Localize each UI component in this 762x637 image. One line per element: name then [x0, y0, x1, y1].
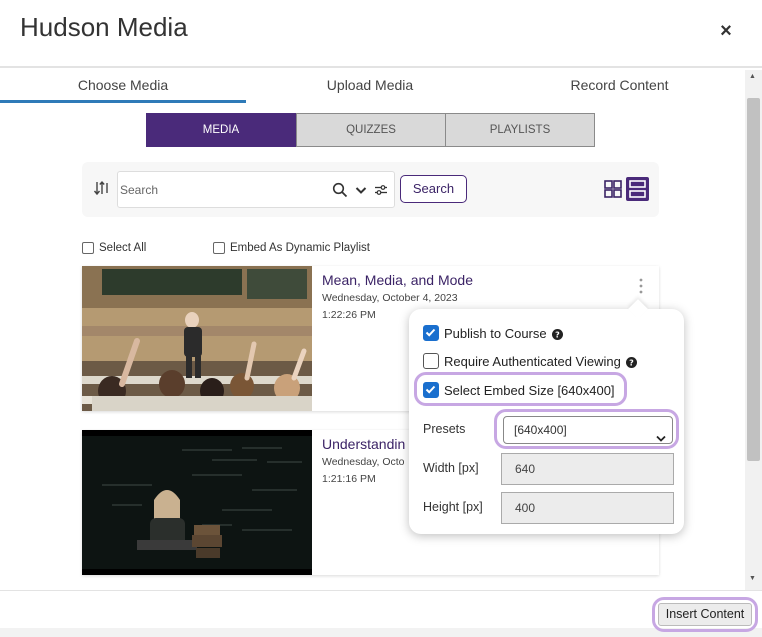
media-date: Wednesday, Octo: [322, 456, 405, 468]
dynamic-playlist-option: Embed As Dynamic Playlist: [213, 240, 370, 256]
help-icon[interactable]: ?: [625, 356, 637, 368]
media-thumbnail[interactable]: [82, 266, 312, 411]
filter-icon[interactable]: [373, 182, 389, 198]
media-type-tabs: MEDIA QUIZZES PLAYLISTS: [146, 113, 595, 147]
height-label: Height [px]: [423, 500, 483, 514]
dynamic-playlist-label: Embed As Dynamic Playlist: [230, 242, 370, 254]
tab-choose-media[interactable]: Choose Media: [0, 70, 246, 103]
media-title[interactable]: Understandin: [322, 436, 405, 452]
svg-text:?: ?: [555, 330, 560, 339]
require-auth-option: Require Authenticated Viewing ?: [423, 353, 637, 369]
search-button[interactable]: Search: [400, 175, 467, 203]
vertical-scrollbar[interactable]: ▲ ▼: [745, 70, 762, 590]
embed-size-label: Select Embed Size [640x400]: [444, 382, 615, 398]
presets-label: Presets: [423, 422, 466, 436]
scroll-up-icon[interactable]: ▲: [749, 73, 756, 80]
tab-media[interactable]: MEDIA: [146, 113, 296, 147]
dialog-title: Hudson Media: [20, 12, 188, 42]
presets-select[interactable]: [640x400]: [503, 416, 673, 444]
embed-size-option: Select Embed Size [640x400]: [423, 382, 615, 398]
presets-value: [640x400]: [514, 423, 567, 437]
dialog-footer: Insert Content: [0, 590, 762, 637]
publish-label: Publish to Course: [444, 325, 547, 341]
height-field[interactable]: 400: [501, 492, 674, 524]
require-auth-checkbox[interactable]: [423, 353, 439, 369]
tab-quizzes[interactable]: QUIZZES: [296, 113, 446, 147]
search-icon[interactable]: [332, 182, 348, 198]
embed-options-popover: Publish to Course ? Require Authenticate…: [409, 299, 684, 534]
help-icon[interactable]: ?: [551, 328, 563, 340]
media-time: 1:21:16 PM: [322, 473, 376, 485]
tab-playlists[interactable]: PLAYLISTS: [445, 113, 595, 147]
insert-content-button[interactable]: Insert Content: [658, 603, 752, 626]
svg-text:?: ?: [629, 358, 634, 367]
select-all-label: Select All: [99, 242, 147, 254]
width-label: Width [px]: [423, 461, 479, 475]
chevron-down-icon: [656, 426, 666, 442]
chevron-down-icon[interactable]: [354, 182, 368, 198]
media-thumbnail[interactable]: [82, 430, 312, 575]
select-all-option: Select All: [82, 240, 146, 256]
footer-strip: [0, 628, 762, 637]
tab-upload-media[interactable]: Upload Media: [246, 70, 494, 103]
main-tabs: Choose Media Upload Media Record Content: [0, 70, 745, 103]
require-auth-label: Require Authenticated Viewing: [444, 353, 621, 369]
select-all-checkbox[interactable]: [82, 242, 94, 254]
dynamic-playlist-checkbox[interactable]: [213, 242, 225, 254]
publish-to-course-option: Publish to Course ?: [423, 325, 563, 341]
dialog-header: Hudson Media ×: [0, 0, 762, 68]
sort-icon[interactable]: [93, 179, 111, 197]
media-title[interactable]: Mean, Media, and Mode: [322, 272, 473, 288]
scroll-down-icon[interactable]: ▼: [749, 575, 756, 582]
tab-record-content[interactable]: Record Content: [494, 70, 745, 103]
media-date: Wednesday, October 4, 2023: [322, 292, 458, 304]
list-view-icon[interactable]: [626, 177, 649, 201]
scrollbar-thumb[interactable]: [747, 98, 760, 461]
search-panel: Search: [82, 162, 659, 217]
width-field[interactable]: 640: [501, 453, 674, 485]
more-options-icon[interactable]: [638, 276, 644, 298]
grid-view-icon[interactable]: [603, 179, 623, 199]
media-time: 1:22:26 PM: [322, 309, 376, 321]
publish-checkbox[interactable]: [423, 325, 439, 341]
search-input[interactable]: [120, 180, 320, 200]
embed-size-checkbox[interactable]: [423, 382, 439, 398]
close-button[interactable]: ×: [716, 20, 736, 42]
search-box: [117, 171, 395, 208]
